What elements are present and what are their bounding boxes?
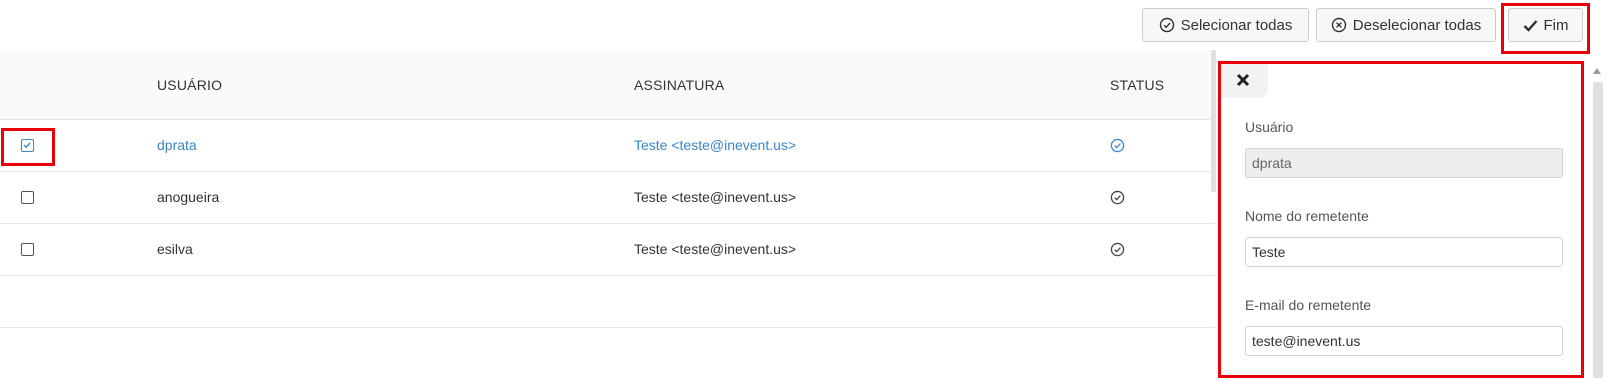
row-checkbox[interactable] [21, 191, 34, 204]
check-circle-icon [1159, 17, 1174, 33]
edit-side-panel: Usuário Nome do remetente E-mail do reme… [1218, 62, 1584, 378]
user-label: Usuário [1245, 119, 1294, 135]
check-circle-icon [1110, 242, 1125, 257]
sender-email-field[interactable] [1245, 326, 1563, 356]
sender-name-label: Nome do remetente [1245, 208, 1369, 224]
deselect-all-label: Deselecionar todas [1352, 16, 1482, 34]
checkbox-check-icon [23, 142, 31, 149]
finish-button[interactable]: Fim [1508, 8, 1583, 42]
scroll-up-arrow-icon[interactable] [1593, 68, 1601, 74]
table-header: USUÁRIO ASSINATURA STATUS [0, 50, 1215, 120]
row-user: esilva [157, 241, 193, 257]
empty-row [0, 276, 1215, 328]
scroll-thumb[interactable] [1593, 82, 1603, 378]
sender-email-label: E-mail do remetente [1245, 297, 1372, 313]
toolbar: Selecionar todas Deselecionar todas Fim [0, 0, 1608, 50]
row-user: anogueira [157, 189, 220, 205]
users-table: USUÁRIO ASSINATURA STATUS dprata Teste <… [0, 50, 1215, 378]
finish-label: Fim [1543, 16, 1569, 34]
row-checkbox[interactable] [21, 243, 34, 256]
row-signature: Teste <teste@inevent.us> [634, 189, 797, 205]
row-user[interactable]: dprata [157, 120, 197, 172]
user-field[interactable] [1245, 148, 1563, 178]
close-panel-button[interactable] [1218, 62, 1268, 98]
check-circle-icon [1110, 190, 1125, 205]
sender-name-field[interactable] [1245, 237, 1563, 267]
table-row[interactable]: anogueira Teste <teste@inevent.us> [0, 172, 1215, 224]
row-signature[interactable]: Teste <teste@inevent.us> [634, 120, 796, 172]
table-row[interactable]: dprata Teste <teste@inevent.us> [0, 120, 1215, 172]
column-header-user[interactable]: USUÁRIO [157, 50, 222, 120]
column-header-status[interactable]: STATUS [1110, 50, 1164, 120]
select-all-label: Selecionar todas [1180, 16, 1293, 34]
row-checkbox[interactable] [21, 139, 34, 152]
panel-scrollbar[interactable] [1590, 62, 1606, 378]
x-circle-icon [1331, 17, 1346, 33]
checkmark-icon [1523, 19, 1537, 32]
column-header-signature[interactable]: ASSINATURA [634, 50, 724, 120]
close-icon [1236, 73, 1250, 87]
check-circle-icon [1110, 138, 1125, 153]
table-scrollbar[interactable] [1211, 50, 1216, 192]
table-row[interactable]: esilva Teste <teste@inevent.us> [0, 224, 1215, 276]
deselect-all-button[interactable]: Deselecionar todas [1316, 8, 1496, 42]
select-all-button[interactable]: Selecionar todas [1142, 8, 1309, 42]
row-signature: Teste <teste@inevent.us> [634, 241, 797, 257]
